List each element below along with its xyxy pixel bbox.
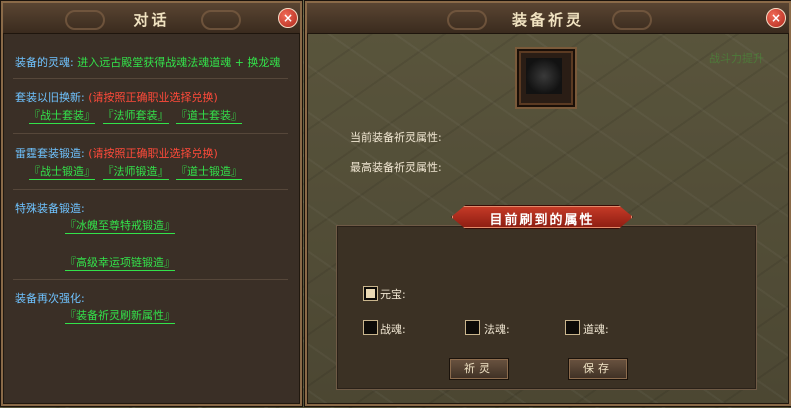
- equipment-slot[interactable]: [515, 47, 577, 109]
- divider: [13, 133, 288, 134]
- checkbox-daohun[interactable]: [565, 320, 580, 335]
- link-mage-set[interactable]: 『法师套装』: [102, 109, 169, 124]
- link-lucky-necklace-forge[interactable]: 『高级幸运项链锻造』: [65, 256, 175, 271]
- pray-titlebar[interactable]: 装备祈灵 ×: [307, 3, 789, 34]
- soul-label: 装备的灵魂:: [15, 56, 74, 69]
- forge-row: 雷霆套装锻造: (请按照正确职业选择兑换): [15, 145, 218, 161]
- attribute-banner: 目前刷到的属性: [451, 205, 633, 229]
- upgrade-links: 『战士套装』 『法师套装』 『道士套装』: [29, 107, 242, 124]
- pray-panel: 装备祈灵 × 战斗力提升 当前装备祈灵属性: 最高装备祈灵属性: 目前刷到的属性…: [305, 1, 791, 406]
- divider: [13, 78, 288, 79]
- upgrade-warning: (请按照正确职业选择兑换): [88, 91, 218, 104]
- reforge-link-row: 『装备祈灵刷新属性』: [65, 307, 175, 324]
- label-yuanbao: 元宝:: [380, 288, 406, 301]
- special-row: 特殊装备锻造:: [15, 200, 85, 216]
- link-taoist-set[interactable]: 『道士套装』: [176, 109, 242, 124]
- link-warrior-set[interactable]: 『战士套装』: [29, 109, 95, 124]
- checkbox-fahun[interactable]: [465, 320, 480, 335]
- slot-inner-icon: [526, 58, 562, 94]
- close-icon[interactable]: ×: [278, 8, 298, 28]
- label-zhanhun: 战魂:: [380, 323, 406, 336]
- ornament-right: [612, 10, 652, 30]
- attribute-box: [336, 225, 757, 390]
- current-attr-label: 当前装备祈灵属性:: [350, 131, 442, 144]
- link-ice-ring-forge[interactable]: 『冰魄至尊特戒锻造』: [65, 219, 175, 234]
- divider: [13, 279, 288, 280]
- label-daohun: 道魂:: [583, 323, 609, 336]
- max-attr-label: 最高装备祈灵属性:: [350, 161, 442, 174]
- special-link-1-row: 『冰魄至尊特戒锻造』: [65, 217, 175, 234]
- pray-title: 装备祈灵: [511, 11, 584, 29]
- save-button[interactable]: 保存: [568, 358, 628, 380]
- link-refresh-attributes[interactable]: 『装备祈灵刷新属性』: [65, 309, 175, 324]
- link-taoist-forge[interactable]: 『道士锻造』: [176, 165, 242, 180]
- forge-links: 『战士锻造』 『法师锻造』 『道士锻造』: [29, 163, 242, 180]
- dialog-titlebar[interactable]: 对话 ×: [3, 3, 300, 34]
- forge-warning: (请按照正确职业选择兑换): [88, 147, 218, 160]
- forge-label: 雷霆套装锻造:: [15, 147, 85, 160]
- reforge-row: 装备再次强化:: [15, 290, 85, 306]
- special-label: 特殊装备锻造:: [15, 202, 85, 215]
- checkbox-zhanhun[interactable]: [363, 320, 378, 335]
- reforge-label: 装备再次强化:: [15, 292, 85, 305]
- label-fahun: 法魂:: [484, 323, 510, 336]
- divider: [13, 189, 288, 190]
- soul-link[interactable]: 进入远古殿堂获得战魂法魂道魂 + 换龙魂: [77, 56, 280, 69]
- link-mage-forge[interactable]: 『法师锻造』: [102, 165, 169, 180]
- upgrade-row: 套装以旧换新: (请按照正确职业选择兑换): [15, 89, 218, 105]
- banner-text: 目前刷到的属性: [489, 213, 595, 228]
- close-icon[interactable]: ×: [766, 8, 786, 28]
- ornament-right: [201, 10, 241, 30]
- upgrade-label: 套装以旧换新:: [15, 91, 85, 104]
- dialog-panel: 对话 × 装备的灵魂: 进入远古殿堂获得战魂法魂道魂 + 换龙魂 套装以旧换新:…: [1, 1, 302, 406]
- soul-row: 装备的灵魂: 进入远古殿堂获得战魂法魂道魂 + 换龙魂: [15, 54, 280, 70]
- checkbox-yuanbao[interactable]: [363, 286, 378, 301]
- link-warrior-forge[interactable]: 『战士锻造』: [29, 165, 95, 180]
- dialog-title: 对话: [133, 11, 170, 29]
- special-link-2-row: 『高级幸运项链锻造』: [65, 254, 175, 271]
- bg-hint: 战斗力提升: [709, 52, 764, 65]
- pray-button[interactable]: 祈灵: [449, 358, 509, 380]
